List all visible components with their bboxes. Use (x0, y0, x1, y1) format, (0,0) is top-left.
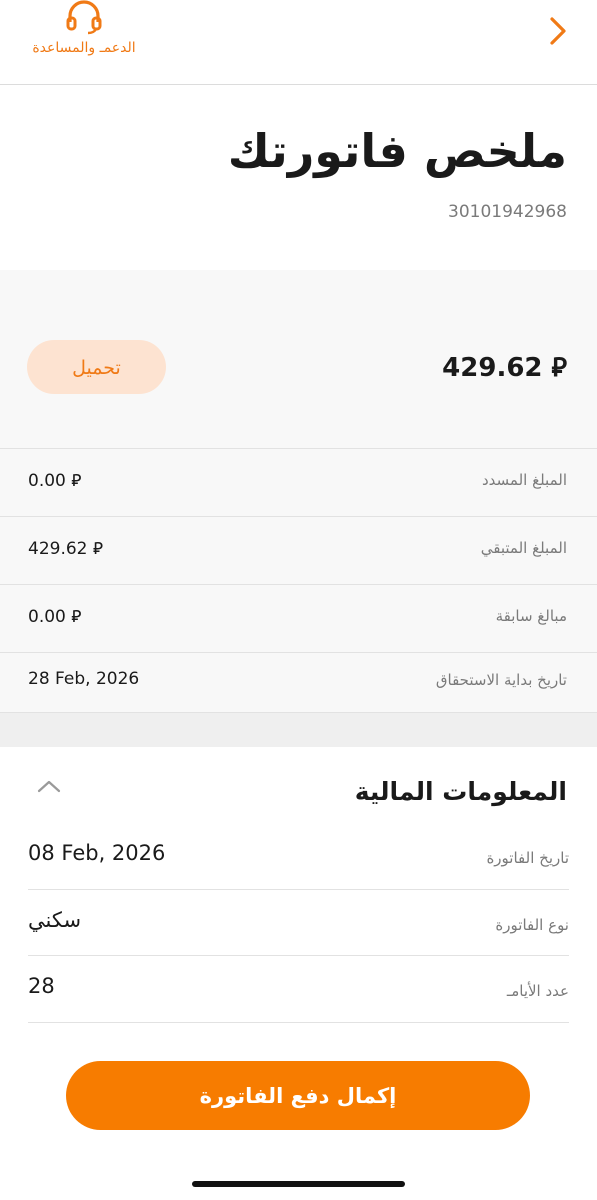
top-bar: الدعمـ والمساعدة (0, 0, 597, 85)
complete-payment-button[interactable]: إكمال دفع الفاتورة (66, 1061, 530, 1130)
section-gap (0, 713, 597, 747)
financial-info-section: المعلومات المالية تاريخ الفاتورة 08 Feb,… (0, 747, 597, 1200)
row-label: نوع الفاتورة (495, 916, 569, 934)
row-label: تاريخ بداية الاستحقاق (435, 671, 567, 689)
row-value: 28 (28, 974, 55, 998)
row-value: 429.62 ⃁ (28, 539, 103, 559)
invoice-number: 30101942968 (448, 202, 567, 222)
row-value: 28 Feb, 2026 (28, 669, 140, 689)
chevron-right-icon[interactable] (547, 16, 569, 46)
page-title: ملخص فاتورتك (227, 124, 567, 178)
bill-summary-card: 429.62 ⃁ تحميل المبلغ المسدد 0.00 ⃁ المب… (0, 270, 597, 713)
total-amount: 429.62 ⃁ (442, 353, 567, 383)
financial-row-invoice-date: تاريخ الفاتورة 08 Feb, 2026 (28, 823, 569, 889)
divider (28, 1022, 569, 1023)
row-label: تاريخ الفاتورة (486, 849, 569, 867)
support-label: الدعمـ والمساعدة (32, 40, 136, 56)
row-value: 0.00 ⃁ (28, 607, 82, 627)
row-value: سكني (28, 908, 82, 932)
row-label: المبلغ المتبقي (480, 539, 567, 557)
chevron-up-icon[interactable] (37, 779, 61, 793)
row-label: عدد الأيامـ (506, 982, 569, 1000)
row-value: 08 Feb, 2026 (28, 841, 166, 865)
summary-row-paid: المبلغ المسدد 0.00 ⃁ (0, 449, 597, 516)
summary-row-due-date: تاريخ بداية الاستحقاق 28 Feb, 2026 (0, 649, 597, 716)
row-value: 0.00 ⃁ (28, 471, 82, 491)
headset-icon (66, 0, 102, 35)
row-label: مبالغ سابقة (495, 607, 567, 625)
home-indicator[interactable] (192, 1181, 405, 1187)
row-label: المبلغ المسدد (482, 471, 567, 489)
download-button[interactable]: تحميل (27, 340, 166, 394)
financial-row-days: عدد الأيامـ 28 (28, 956, 569, 1022)
section-title: المعلومات المالية (354, 777, 567, 806)
support-button[interactable]: الدعمـ والمساعدة (22, 0, 146, 84)
summary-row-previous: مبالغ سابقة 0.00 ⃁ (0, 585, 597, 652)
summary-row-remaining: المبلغ المتبقي 429.62 ⃁ (0, 517, 597, 584)
financial-row-invoice-type: نوع الفاتورة سكني (28, 890, 569, 956)
